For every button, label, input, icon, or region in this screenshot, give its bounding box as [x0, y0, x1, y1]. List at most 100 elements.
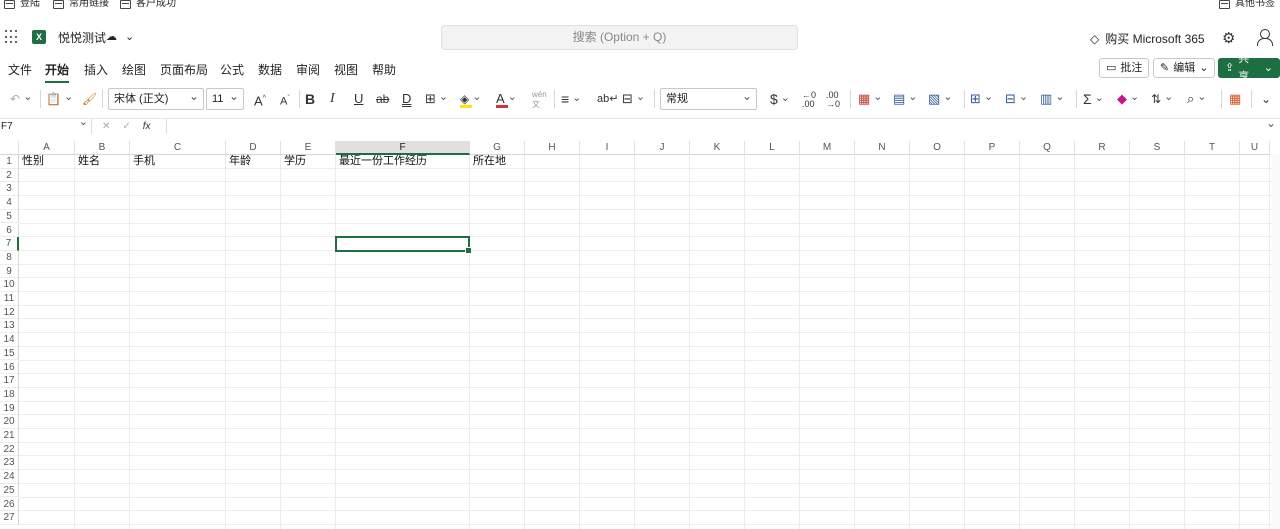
wrap-text-icon[interactable]: ab↵: [597, 89, 618, 109]
column-header-t[interactable]: T: [1185, 141, 1240, 155]
expand-ribbon-chevron-icon[interactable]: ⌄: [1261, 89, 1271, 109]
bold-button[interactable]: B: [305, 89, 315, 109]
tab-data[interactable]: 数据: [258, 61, 282, 78]
comments-button[interactable]: ▭ 批注: [1099, 58, 1150, 78]
row-header-1[interactable]: 1: [0, 155, 19, 169]
column-header-g[interactable]: G: [470, 141, 525, 155]
column-header-p[interactable]: P: [965, 141, 1020, 155]
editing-mode-button[interactable]: ✎ 编辑 ⌄: [1153, 58, 1216, 78]
tab-view[interactable]: 视图: [334, 61, 358, 78]
column-header-i[interactable]: I: [580, 141, 635, 155]
increase-decimal-icon[interactable]: ←0.00: [802, 91, 816, 111]
row-header-14[interactable]: 14: [0, 333, 19, 347]
column-header-h[interactable]: H: [525, 141, 580, 155]
double-underline-button[interactable]: D: [402, 89, 411, 109]
column-header-b[interactable]: B: [75, 141, 130, 155]
column-header-e[interactable]: E: [281, 141, 336, 155]
decrease-decimal-icon[interactable]: .00 →0: [826, 91, 840, 111]
row-header-25[interactable]: 25: [0, 483, 19, 498]
name-box[interactable]: F7: [0, 115, 92, 134]
cell-c1[interactable]: 手机: [133, 155, 155, 168]
vertical-scrollbar[interactable]: [1272, 155, 1280, 529]
settings-gear-icon[interactable]: ⚙: [1222, 29, 1235, 47]
insert-function-icon[interactable]: fx: [143, 119, 151, 134]
row-header-10[interactable]: 10: [0, 278, 19, 292]
row-header-7[interactable]: 7: [0, 237, 19, 251]
column-header-u[interactable]: U: [1240, 141, 1270, 155]
currency-button[interactable]: $: [770, 89, 790, 109]
column-header-r[interactable]: R: [1075, 141, 1130, 155]
tab-home[interactable]: 开始: [45, 61, 70, 83]
row-header-16[interactable]: 16: [0, 360, 19, 375]
confirm-icon[interactable]: ✓: [122, 119, 130, 134]
tab-page-layout[interactable]: 页面布局: [160, 61, 208, 78]
font-name-select[interactable]: 宋体 (正文): [108, 86, 204, 110]
phonetic-guide-button[interactable]: wén 文: [532, 90, 547, 110]
column-header-f[interactable]: F: [336, 141, 470, 155]
row-header-15[interactable]: 15: [0, 346, 19, 361]
share-button[interactable]: ⇪ 共享 ⌄: [1218, 53, 1280, 83]
tab-help[interactable]: 帮助: [372, 61, 396, 78]
merge-cells-icon[interactable]: ⊟: [622, 89, 645, 109]
row-header-24[interactable]: 24: [0, 470, 19, 484]
column-header-o[interactable]: O: [910, 141, 965, 155]
row-header-21[interactable]: 21: [0, 429, 19, 443]
column-header-m[interactable]: M: [800, 141, 855, 155]
row-header-27[interactable]: 27: [0, 511, 19, 525]
account-icon[interactable]: [1257, 29, 1273, 46]
format-cells-icon[interactable]: ▥: [1040, 89, 1065, 109]
find-icon[interactable]: ⌕: [1187, 89, 1207, 109]
clear-icon[interactable]: ◆: [1117, 89, 1139, 109]
column-header-n[interactable]: N: [855, 141, 910, 155]
column-header-d[interactable]: D: [226, 141, 281, 155]
cell-g1[interactable]: 所在地: [473, 155, 506, 168]
spreadsheet-grid[interactable]: A B C D E F G H I J K L M N O P Q R S T U 1 2 3 4 5 6 7 8 9 10 11 12 13 14…: [0, 141, 1280, 529]
delete-cells-icon[interactable]: ⊟: [1005, 89, 1028, 109]
row-header-19[interactable]: 19: [0, 401, 19, 416]
conditional-format-icon[interactable]: ▦: [858, 89, 883, 109]
row-header-9[interactable]: 9: [0, 264, 19, 279]
number-format-select[interactable]: 常规: [660, 86, 757, 110]
bookmark-login[interactable]: 登陆: [4, 0, 40, 9]
app-launcher-icon[interactable]: [5, 30, 19, 44]
italic-button[interactable]: I: [330, 89, 335, 109]
underline-button[interactable]: U: [354, 89, 363, 109]
add-ins-icon[interactable]: ▦: [1229, 89, 1241, 109]
borders-icon[interactable]: ⊞: [425, 89, 448, 109]
fill-color-button[interactable]: ◈: [460, 89, 481, 109]
strikethrough-button[interactable]: ab: [376, 89, 389, 109]
row-header-2[interactable]: 2: [0, 168, 19, 183]
row-header-12[interactable]: 12: [0, 305, 19, 320]
autosum-icon[interactable]: Σ: [1083, 89, 1104, 109]
row-header-3[interactable]: 3: [0, 182, 19, 197]
cell-e1[interactable]: 学历: [284, 155, 306, 168]
tab-formulas[interactable]: 公式: [220, 61, 244, 78]
column-header-a[interactable]: A: [19, 141, 75, 155]
row-header-13[interactable]: 13: [0, 319, 19, 334]
font-color-button[interactable]: A: [496, 89, 517, 109]
column-header-q[interactable]: Q: [1020, 141, 1075, 155]
tab-insert[interactable]: 插入: [84, 61, 108, 78]
row-header-11[interactable]: 11: [0, 292, 19, 306]
column-header-l[interactable]: L: [745, 141, 800, 155]
cancel-icon[interactable]: ✕: [102, 119, 110, 134]
cell-f1[interactable]: 最近一份工作经历: [339, 155, 427, 168]
align-icon[interactable]: ≡: [561, 89, 581, 109]
tab-draw[interactable]: 绘图: [122, 61, 146, 78]
document-title[interactable]: 悦悦测试: [58, 30, 106, 46]
select-all-corner[interactable]: [0, 141, 19, 155]
document-status[interactable]: ☁ ⌄: [106, 30, 134, 43]
decrease-font-size-icon[interactable]: Aˇ: [280, 89, 290, 109]
formula-input[interactable]: [166, 119, 1280, 134]
buy-microsoft-365-button[interactable]: ◇ 购买 Microsoft 365: [1090, 30, 1205, 47]
cell-a1[interactable]: 性别: [22, 155, 44, 168]
row-header-8[interactable]: 8: [0, 250, 19, 265]
bookmark-common-links[interactable]: 常用链接: [53, 0, 109, 9]
bookmark-other[interactable]: 其他书签: [1219, 0, 1275, 9]
expand-formula-bar-icon[interactable]: ⌄: [1266, 116, 1276, 130]
row-header-6[interactable]: 6: [0, 223, 19, 238]
column-header-j[interactable]: J: [635, 141, 690, 155]
selected-cell-outline[interactable]: [335, 236, 472, 254]
row-header-5[interactable]: 5: [0, 209, 19, 224]
search-input[interactable]: 搜索 (Option + Q): [441, 25, 798, 50]
